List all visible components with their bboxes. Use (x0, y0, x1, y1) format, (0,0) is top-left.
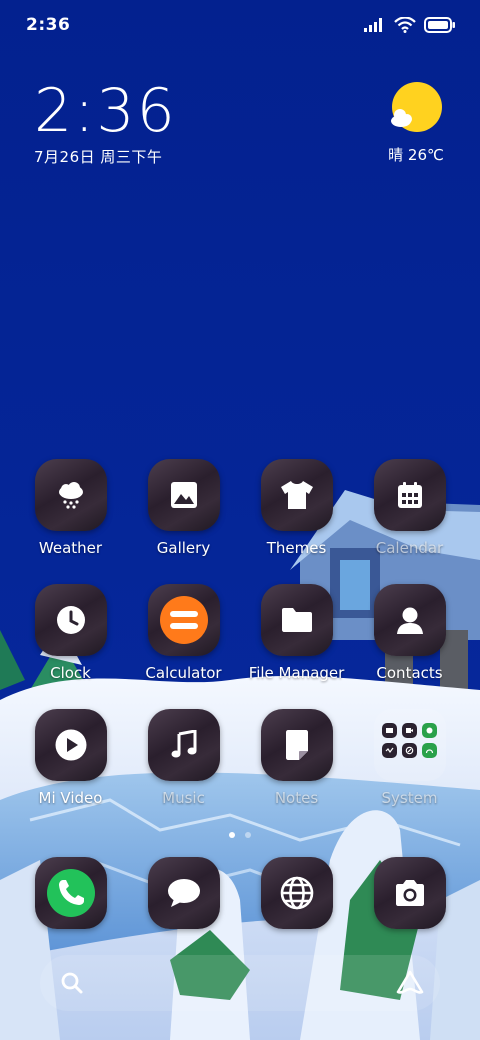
app-notes[interactable]: Notes (240, 709, 353, 807)
dock-camera-tile[interactable] (373, 857, 446, 929)
app-label: Calendar (375, 539, 444, 557)
status-icons (364, 14, 456, 36)
signal-icon (364, 18, 382, 32)
calculator-icon (159, 596, 208, 644)
page-dot-active[interactable] (229, 832, 235, 838)
app-clock[interactable]: Clock (14, 584, 127, 682)
dock-browser-tile[interactable] (260, 857, 333, 929)
app-system-folder[interactable]: System (353, 709, 466, 807)
mini-app-icon (381, 743, 397, 758)
widget-time: 2:36 (34, 76, 177, 146)
app-label: Mi Video (38, 789, 103, 807)
status-bar: 2:36 (0, 0, 480, 50)
mini-app-icon (401, 723, 417, 738)
gallery-icon (170, 482, 197, 508)
dock-browser[interactable] (240, 857, 353, 929)
mini-app-icon (421, 743, 437, 758)
app-mi-video-tile[interactable] (34, 709, 107, 781)
mini-app-icon (421, 723, 437, 738)
app-label: Themes (266, 539, 327, 557)
calendar-icon (397, 482, 422, 508)
app-music[interactable]: Music (127, 709, 240, 807)
app-label: Music (162, 789, 205, 807)
clock-widget[interactable]: 2:36 7月26日 周三下午 (34, 78, 177, 167)
app-label: Contacts (376, 664, 443, 682)
app-clock-tile[interactable] (34, 584, 107, 656)
page-indicator (0, 832, 480, 838)
app-music-tile[interactable] (147, 709, 220, 781)
message-icon (167, 879, 200, 907)
search-icon[interactable] (60, 971, 84, 995)
app-weather-tile[interactable] (34, 459, 107, 531)
folder-system-icon[interactable] (373, 709, 446, 781)
phone-icon (46, 869, 95, 917)
assistant-icon[interactable] (396, 970, 424, 996)
app-calculator[interactable]: Calculator (127, 584, 240, 682)
dock-messages[interactable] (127, 857, 240, 929)
mini-app-icon (381, 723, 397, 738)
dock-phone[interactable] (14, 857, 127, 929)
person-icon (396, 607, 423, 634)
app-calculator-tile[interactable] (147, 584, 220, 656)
weather-snow-icon (58, 482, 83, 509)
clock-icon (56, 606, 85, 634)
app-label: Clock (50, 664, 91, 682)
status-time: 2:36 (26, 15, 71, 35)
app-gallery-tile[interactable] (147, 459, 220, 531)
weather-text: 晴 26℃ (388, 146, 444, 164)
app-mi-video[interactable]: Mi Video (14, 709, 127, 807)
app-contacts[interactable]: Contacts (353, 584, 466, 682)
search-bar[interactable] (40, 955, 440, 1011)
widget-date: 7月26日 周三下午 (34, 148, 163, 166)
app-label: Gallery (156, 539, 211, 557)
app-themes-tile[interactable] (260, 459, 333, 531)
app-gallery[interactable]: Gallery (127, 459, 240, 557)
app-notes-tile[interactable] (260, 709, 333, 781)
dock-messages-tile[interactable] (147, 857, 220, 929)
app-weather[interactable]: Weather (14, 459, 127, 557)
app-file-manager-tile[interactable] (260, 584, 333, 656)
wifi-icon (394, 17, 416, 33)
note-icon (285, 730, 308, 760)
app-calendar[interactable]: Calendar (353, 459, 466, 557)
app-label: System (381, 789, 438, 807)
battery-icon (424, 17, 455, 33)
folder-icon (281, 608, 312, 632)
play-icon (55, 729, 86, 761)
mini-app-icon (401, 743, 417, 758)
tshirt-icon (280, 481, 313, 509)
app-label: File Manager (248, 664, 345, 682)
weather-widget[interactable]: 晴 26℃ (386, 82, 446, 165)
app-label: Weather (38, 539, 103, 557)
app-calendar-tile[interactable] (373, 459, 446, 531)
dock-camera[interactable] (353, 857, 466, 929)
dock-phone-tile[interactable] (34, 857, 107, 929)
browser-icon (280, 876, 313, 910)
sun-cloud-icon (391, 82, 442, 132)
app-themes[interactable]: Themes (240, 459, 353, 557)
page-dot[interactable] (245, 832, 251, 838)
app-contacts-tile[interactable] (373, 584, 446, 656)
app-label: Notes (274, 789, 319, 807)
app-label: Calculator (145, 664, 222, 682)
app-file-manager[interactable]: File Manager (240, 584, 353, 682)
music-note-icon (171, 730, 196, 758)
camera-icon (395, 880, 424, 906)
